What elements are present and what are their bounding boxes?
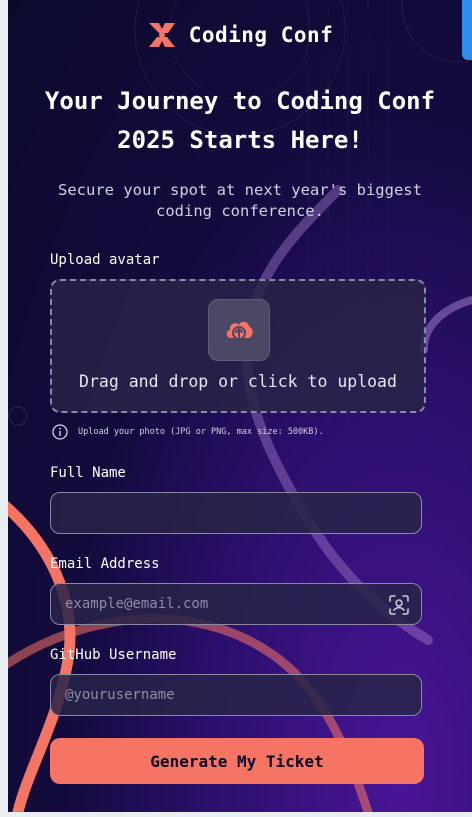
github-label: GitHub Username [50, 647, 177, 663]
page-subtitle: Secure your spot at next year's biggest … [58, 181, 422, 220]
avatar-label: Upload avatar [50, 252, 160, 268]
avatar-dropzone[interactable]: Drag and drop or click to upload [50, 279, 426, 413]
page-title: Your Journey to Coding Conf 2025 Starts … [44, 87, 436, 154]
github-input[interactable] [51, 675, 421, 715]
contact-icon [389, 595, 409, 615]
generate-ticket-button[interactable]: Generate My Ticket [50, 738, 424, 784]
app-name: Coding Conf [188, 23, 334, 47]
full-name-label: Full Name [50, 465, 126, 481]
header: Coding Conf [8, 20, 472, 50]
coding-conf-logo-icon [148, 23, 175, 47]
info-icon [52, 424, 68, 440]
app-frame: Coding Conf Your Journey to Coding Conf … [8, 0, 472, 812]
full-name-input[interactable] [51, 493, 421, 533]
avatar-hint-text: Upload your photo (JPG or PNG, max size:… [78, 427, 324, 437]
github-field [50, 674, 422, 716]
email-field [50, 583, 422, 625]
dropzone-text: Drag and drop or click to upload [79, 372, 397, 391]
full-name-field [50, 492, 422, 534]
email-input[interactable] [51, 584, 421, 624]
upload-icon-box [208, 299, 270, 361]
cloud-upload-icon [226, 321, 253, 340]
avatar-hint: Upload your photo (JPG or PNG, max size:… [52, 424, 324, 440]
email-label: Email Address [50, 556, 160, 572]
